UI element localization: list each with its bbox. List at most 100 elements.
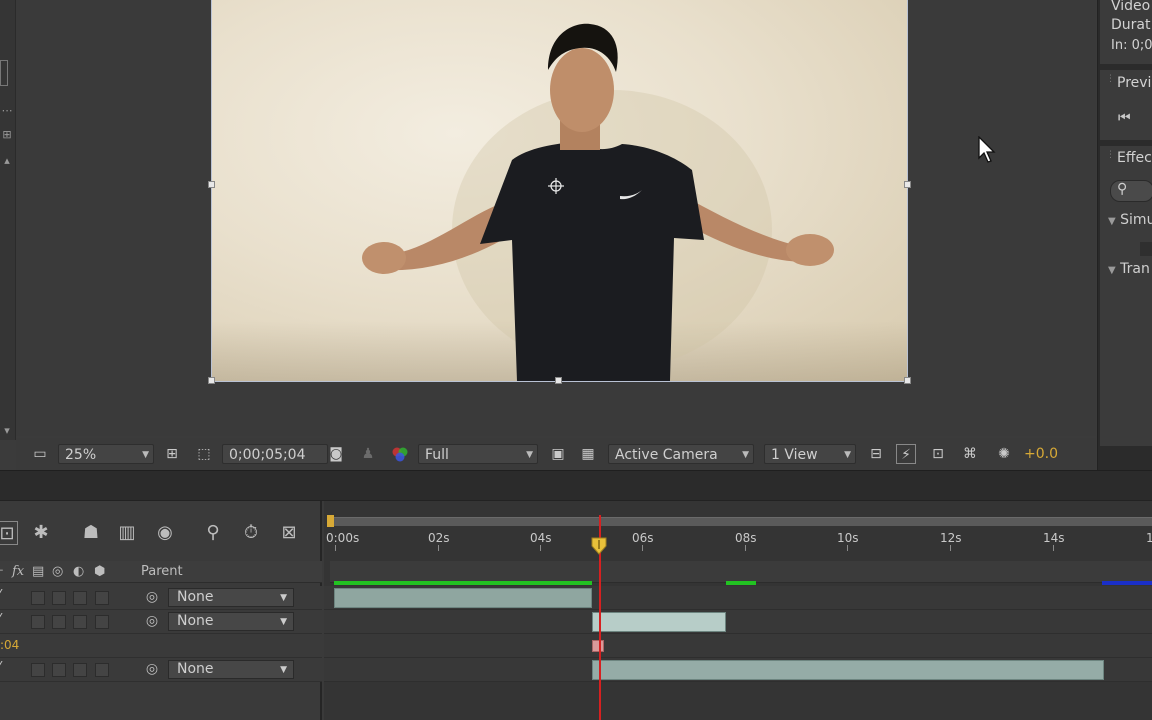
layer-bounding-box[interactable] — [211, 0, 908, 382]
fast-previews-icon[interactable]: ▣ — [548, 444, 568, 464]
effects-search-field[interactable]: ⚲ — [1110, 180, 1152, 202]
transform-handle-bottom[interactable] — [555, 377, 562, 384]
effects-group-label: Simu — [1120, 212, 1152, 228]
parent-dropdown[interactable]: None ▼ — [168, 612, 294, 631]
chevron-down-icon: ▼ — [280, 665, 287, 675]
graph-editor-icon[interactable]: ⊠ — [276, 521, 302, 545]
ruler-tick — [1053, 545, 1054, 551]
chevron-down-icon: ▼ — [526, 450, 533, 460]
magnification-dropdown[interactable]: 25% ▼ — [58, 444, 154, 464]
chevron-down-icon: ▼ — [742, 450, 749, 460]
switch-box[interactable] — [95, 591, 109, 605]
frame-blending-icon[interactable]: ▥ — [114, 521, 140, 545]
motion-blur-icon[interactable]: ◉ — [152, 521, 178, 545]
info-panel: Video Durat In: 0;0 — [1100, 0, 1152, 64]
cached-frames-indicator — [334, 581, 592, 585]
effects-group-transition[interactable]: ▼ Tran — [1108, 261, 1150, 277]
transform-handle-left[interactable] — [208, 181, 215, 188]
keyframe-marker[interactable] — [592, 640, 604, 652]
ruler-label: 06s — [632, 531, 654, 545]
chevron-down-icon: ▼ — [280, 593, 287, 603]
current-time-display[interactable]: 0;00;05;04 — [222, 444, 328, 464]
switch-box[interactable] — [31, 591, 45, 605]
chevron-down-icon: ▼ — [142, 450, 149, 460]
property-row[interactable]: :04 — [0, 634, 322, 658]
resolution-dropdown[interactable]: Full ▼ — [418, 444, 538, 464]
effects-item[interactable] — [1140, 242, 1152, 256]
ruler-tick — [847, 545, 848, 551]
channel-rgb-icon[interactable] — [390, 444, 410, 464]
effects-panel-tab[interactable]: Effec — [1117, 150, 1152, 166]
switch-box[interactable] — [73, 663, 87, 677]
menu-dots-icon[interactable]: ⋯ — [0, 104, 14, 118]
shy-layers-icon[interactable]: ☗ — [78, 521, 104, 545]
timeline-graph-area[interactable]: 0:00s 02s 04s 06s 08s 10s 12s 14s 1 — [324, 501, 1152, 720]
flowchart-icon[interactable]: ⊞ — [0, 128, 14, 142]
switch-box[interactable] — [73, 615, 87, 629]
layer-row[interactable]: ⁄ ◎ None ▼ — [0, 586, 322, 610]
first-frame-icon[interactable]: ⏮ — [1118, 110, 1131, 126]
switch-box[interactable] — [95, 663, 109, 677]
timeline-panel-icon[interactable]: ⊡ — [928, 444, 948, 464]
work-area-start-marker[interactable] — [327, 515, 334, 527]
draft-3d-icon[interactable]: ✱ — [28, 521, 54, 545]
frame-blend-column-icon: ▤ — [32, 564, 45, 579]
exposure-value[interactable]: +0.0 — [1024, 444, 1058, 464]
parent-dropdown[interactable]: None ▼ — [168, 588, 294, 607]
layer-duration-bar[interactable] — [334, 588, 592, 608]
layer-duration-bar[interactable] — [592, 612, 726, 632]
ruler-label: 0:00s — [326, 531, 360, 545]
switch-box[interactable] — [95, 615, 109, 629]
switch-box[interactable] — [52, 615, 66, 629]
ruler-label: 10s — [837, 531, 859, 545]
views-layout-dropdown[interactable]: 1 View ▼ — [764, 444, 856, 464]
comp-flowchart-icon[interactable]: ⌘ — [960, 444, 980, 464]
composition-viewer[interactable] — [16, 0, 1096, 436]
transform-handle-right[interactable] — [904, 181, 911, 188]
pick-whip-icon[interactable]: ◎ — [143, 612, 161, 630]
parent-dropdown[interactable]: None ▼ — [168, 660, 294, 679]
panel-edge-handle[interactable] — [0, 60, 8, 86]
property-timecode[interactable]: :04 — [0, 638, 19, 652]
transform-handle-bottom-left[interactable] — [208, 377, 215, 384]
panel-grip-icon[interactable]: ⋮ — [1106, 75, 1115, 84]
transparency-grid-icon[interactable]: ▦ — [578, 444, 598, 464]
scroll-down-icon[interactable]: ▾ — [0, 424, 14, 438]
composition-mini-flowchart-icon[interactable]: ⊡ — [0, 521, 18, 545]
toggle-pixel-aspect-icon[interactable]: ⊟ — [866, 444, 886, 464]
parent-value: None — [177, 613, 214, 629]
switch-box[interactable] — [52, 591, 66, 605]
panel-grip-icon[interactable]: ⋮ — [1106, 151, 1115, 160]
parent-column-header[interactable]: Parent — [141, 564, 183, 579]
show-snapshot-icon[interactable]: ♟ — [358, 444, 378, 464]
layer-row[interactable]: ⁄ ◎ None ▼ — [0, 658, 322, 682]
disclosure-triangle-icon: ▼ — [1108, 265, 1116, 276]
switch-box[interactable] — [73, 591, 87, 605]
switch-box[interactable] — [52, 663, 66, 677]
preview-panel-tab[interactable]: Previ — [1117, 75, 1151, 91]
switch-box[interactable] — [31, 615, 45, 629]
region-of-interest-icon[interactable]: ⬚ — [194, 444, 214, 464]
transform-handle-bottom-right[interactable] — [904, 377, 911, 384]
playhead-icon[interactable] — [591, 537, 607, 555]
effects-group-simulation[interactable]: ▼ Simu — [1108, 212, 1152, 228]
always-preview-icon[interactable]: ▭ — [30, 444, 50, 464]
title-action-safe-icon[interactable]: ⊞ — [162, 444, 182, 464]
snapshot-icon[interactable]: ◙ — [326, 444, 346, 464]
layer-row[interactable]: ⁄ ◎ None ▼ — [0, 610, 322, 634]
switch-box[interactable] — [31, 663, 45, 677]
auto-keyframe-icon[interactable]: ⏱ — [238, 521, 264, 545]
layer-duration-bar[interactable] — [592, 660, 1104, 680]
work-area-bar[interactable] — [330, 517, 1152, 526]
brainstorm-icon[interactable]: ⚲ — [200, 521, 226, 545]
active-camera-dropdown[interactable]: Active Camera ▼ — [608, 444, 754, 464]
panel-divider[interactable] — [0, 470, 1152, 500]
fast-preview-icon[interactable]: ⚡ — [896, 444, 916, 464]
reset-exposure-icon[interactable]: ✺ — [994, 444, 1014, 464]
pick-whip-icon[interactable]: ◎ — [143, 588, 161, 606]
ruler-tick — [335, 545, 336, 551]
right-panel-column: Video Durat In: 0;0 ⋮ Previ ⏮ ⋮ Effec ⚲ … — [1100, 0, 1152, 470]
scroll-up-icon[interactable]: ▴ — [0, 154, 14, 168]
pick-whip-icon[interactable]: ◎ — [143, 660, 161, 678]
parent-value: None — [177, 661, 214, 677]
